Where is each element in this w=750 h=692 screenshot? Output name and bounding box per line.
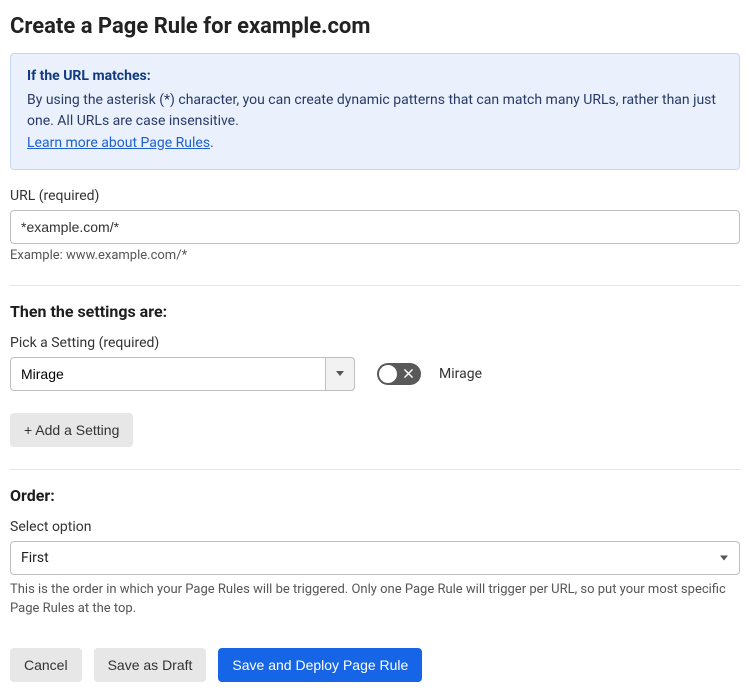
setting-dropdown-button[interactable] (325, 357, 355, 391)
add-setting-button[interactable]: + Add a Setting (10, 413, 133, 447)
order-select[interactable]: First (10, 541, 740, 575)
save-deploy-button[interactable]: Save and Deploy Page Rule (218, 648, 422, 682)
setting-input[interactable] (10, 357, 355, 391)
setting-combobox[interactable] (10, 357, 355, 391)
close-icon (404, 369, 413, 378)
order-hint: This is the order in which your Page Rul… (10, 581, 740, 619)
info-box: If the URL matches: By using the asteris… (10, 53, 740, 170)
order-select-value[interactable]: First (10, 541, 740, 575)
toggle-label: Mirage (439, 366, 482, 382)
info-period: . (210, 135, 214, 151)
page-title: Create a Page Rule for example.com (10, 14, 740, 39)
divider (10, 469, 740, 470)
order-select-label: Select option (10, 519, 740, 535)
url-input[interactable] (10, 210, 740, 244)
action-bar: Cancel Save as Draft Save and Deploy Pag… (10, 648, 740, 682)
chevron-down-icon (336, 371, 344, 376)
settings-title: Then the settings are: (10, 302, 740, 321)
divider (10, 285, 740, 286)
save-draft-button[interactable]: Save as Draft (94, 648, 207, 682)
url-example: Example: www.example.com/* (10, 248, 740, 263)
url-label: URL (required) (10, 188, 740, 204)
order-title: Order: (10, 486, 740, 505)
mirage-toggle[interactable] (377, 363, 421, 385)
cancel-button[interactable]: Cancel (10, 648, 82, 682)
info-title: If the URL matches: (27, 66, 723, 88)
toggle-knob (379, 365, 397, 383)
pick-setting-label: Pick a Setting (required) (10, 335, 740, 351)
info-body: By using the asterisk (*) character, you… (27, 92, 716, 130)
learn-more-link[interactable]: Learn more about Page Rules (27, 135, 210, 151)
